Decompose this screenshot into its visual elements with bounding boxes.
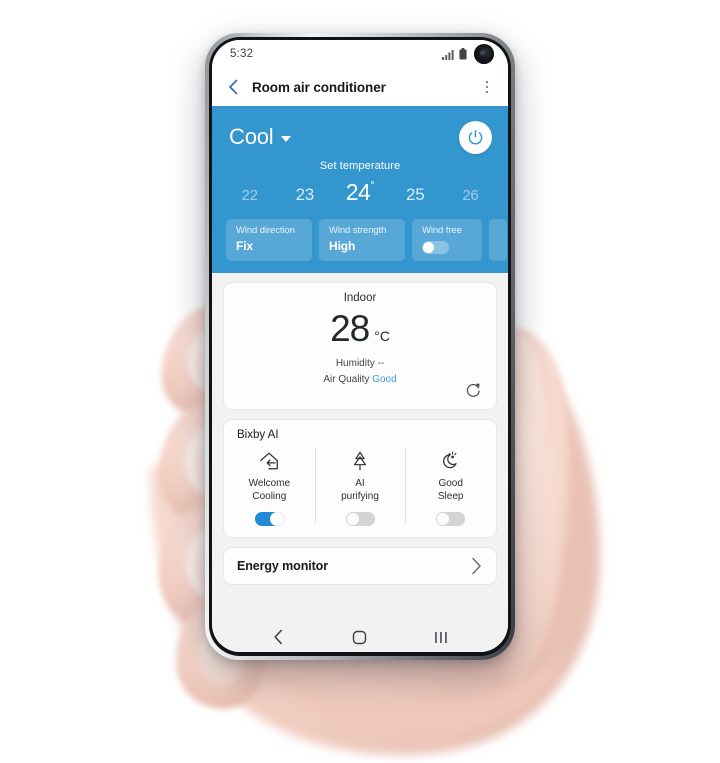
bixby-ai-title: Bixby AI: [237, 429, 279, 441]
bixby-item-welcome-cooling[interactable]: Welcome Cooling: [224, 446, 315, 527]
indoor-card: Indoor 28 °C Humidity -- Air Quality Goo…: [223, 282, 497, 410]
kebab-dot: [485, 90, 489, 94]
bixby-label-line2: Cooling: [252, 491, 287, 503]
toggle-knob: [269, 512, 284, 527]
mode-label: Cool: [229, 124, 274, 149]
status-icons: [442, 44, 494, 64]
wind-next-value: [495, 239, 501, 253]
battery-icon: [459, 48, 467, 60]
set-temperature-label: Set temperature: [319, 160, 401, 172]
chevron-right-icon: [472, 558, 481, 575]
ac-control-panel: Cool Set temperature 22 23 24° 25 26 Win…: [212, 106, 508, 273]
bixby-item-good-sleep[interactable]: Good Sleep: [405, 446, 496, 527]
phone-screen: 5:32 Room air conditioner Cool Set tempe…: [212, 40, 508, 652]
wind-next-label: [495, 225, 501, 236]
toggle-knob: [436, 512, 451, 527]
phone-device: 5:32 Room air conditioner Cool Set tempe…: [205, 33, 515, 660]
wind-direction-label: Wind direction: [236, 225, 295, 236]
back-button[interactable]: [222, 76, 244, 98]
nav-recents-icon: [435, 631, 448, 643]
ac-panel-header: Cool: [212, 116, 508, 158]
bixby-label-ai-purifying: AI purifying: [341, 477, 379, 503]
bixby-label-good-sleep: Good Sleep: [438, 477, 464, 503]
front-camera-icon: [474, 44, 494, 64]
content-area: Indoor 28 °C Humidity -- Air Quality Goo…: [212, 273, 508, 622]
bixby-label-line2: purifying: [341, 491, 379, 503]
bixby-items-row: Welcome Cooling AI purifying Good Sleep: [224, 446, 496, 527]
degree-symbol: °: [370, 180, 375, 193]
chevron-down-icon: [281, 135, 292, 142]
wind-free-label: Wind free: [422, 225, 462, 236]
home-arrow-icon-wrap: [257, 449, 281, 473]
signal-bars-icon: [442, 49, 454, 60]
android-navigation-bar: [212, 622, 508, 652]
chevron-left-icon: [228, 79, 237, 95]
moon-sleep-icon-wrap: [440, 449, 462, 473]
bixby-ai-card: Bixby AI Welcome Cooling AI purifying Go…: [223, 419, 497, 539]
home-arrow-icon: [260, 452, 279, 470]
moon-sleep-icon: [442, 451, 457, 469]
indoor-temperature: 28 °C: [224, 310, 496, 347]
bixby-label-line1: AI: [355, 478, 365, 489]
bixby-label-line1: Good: [438, 478, 463, 489]
power-button[interactable]: [459, 120, 492, 154]
bixby-label-line1: Welcome: [248, 478, 291, 489]
nav-home-button[interactable]: [340, 624, 380, 650]
bixby-label-line2: Sleep: [437, 491, 464, 503]
humidity-line: Humidity --: [335, 358, 385, 369]
pine-tree-icon-wrap: [349, 449, 371, 473]
air-quality-line: Air Quality Good: [224, 372, 496, 388]
bixby-item-ai-purifying[interactable]: AI purifying: [314, 446, 406, 527]
kebab-dot: [485, 80, 489, 84]
energy-monitor-row[interactable]: Energy monitor: [223, 547, 497, 586]
air-quality-value: Good: [372, 373, 397, 385]
bixby-toggle-good-sleep[interactable]: [436, 512, 466, 527]
status-bar: 5:32: [212, 40, 508, 68]
page-title: Room air conditioner: [252, 79, 386, 95]
nav-home-icon: [353, 630, 367, 644]
wind-strength-card[interactable]: Wind strength High: [319, 219, 405, 261]
indoor-title: Indoor: [343, 292, 377, 304]
wind-strength-value: High: [329, 239, 356, 253]
status-time: 5:32: [230, 48, 254, 60]
bixby-label-welcome-cooling: Welcome Cooling: [249, 477, 291, 503]
toggle-knob: [345, 512, 360, 527]
temperature-scale[interactable]: 22 23 24° 25 26: [212, 179, 508, 206]
wind-controls-row[interactable]: Wind direction Fix Wind strength High Wi…: [212, 219, 508, 261]
nav-recents-button[interactable]: [421, 624, 461, 650]
wind-free-card[interactable]: Wind free: [412, 219, 482, 261]
energy-monitor-label: Energy monitor: [237, 559, 328, 574]
indoor-metadata: Humidity -- Air Quality Good: [224, 356, 496, 387]
power-icon: [468, 129, 483, 144]
indoor-temperature-value: 28: [330, 308, 370, 349]
temperature-option[interactable]: 22: [222, 187, 277, 204]
bixby-toggle-ai-purifying[interactable]: [345, 512, 375, 527]
air-quality-label: Air Quality: [323, 373, 370, 385]
nav-back-icon: [274, 629, 283, 645]
mode-selector[interactable]: Cool: [229, 124, 292, 150]
temperature-option[interactable]: 25: [388, 185, 443, 205]
temperature-option[interactable]: 23: [277, 185, 332, 205]
wind-direction-card[interactable]: Wind direction Fix: [226, 219, 312, 261]
nav-back-button[interactable]: [259, 624, 299, 650]
wind-direction-value: Fix: [236, 239, 254, 253]
temperature-value: 24: [345, 179, 371, 205]
temperature-selected[interactable]: 24°: [332, 179, 387, 206]
indoor-temperature-unit: °C: [374, 328, 390, 344]
bixby-toggle-welcome-cooling[interactable]: [254, 512, 284, 527]
wind-next-card-peek[interactable]: [489, 219, 507, 261]
refresh-icon: [466, 383, 480, 397]
app-bar: Room air conditioner: [212, 68, 508, 106]
refresh-button[interactable]: [465, 382, 482, 399]
wind-strength-label: Wind strength: [329, 225, 387, 236]
wind-free-toggle[interactable]: [422, 241, 449, 254]
kebab-dot: [485, 85, 489, 89]
overflow-menu-button[interactable]: [478, 76, 496, 98]
pine-tree-icon: [353, 451, 367, 471]
temperature-option[interactable]: 26: [443, 187, 498, 204]
phone-bezel: 5:32 Room air conditioner Cool Set tempe…: [209, 37, 511, 656]
